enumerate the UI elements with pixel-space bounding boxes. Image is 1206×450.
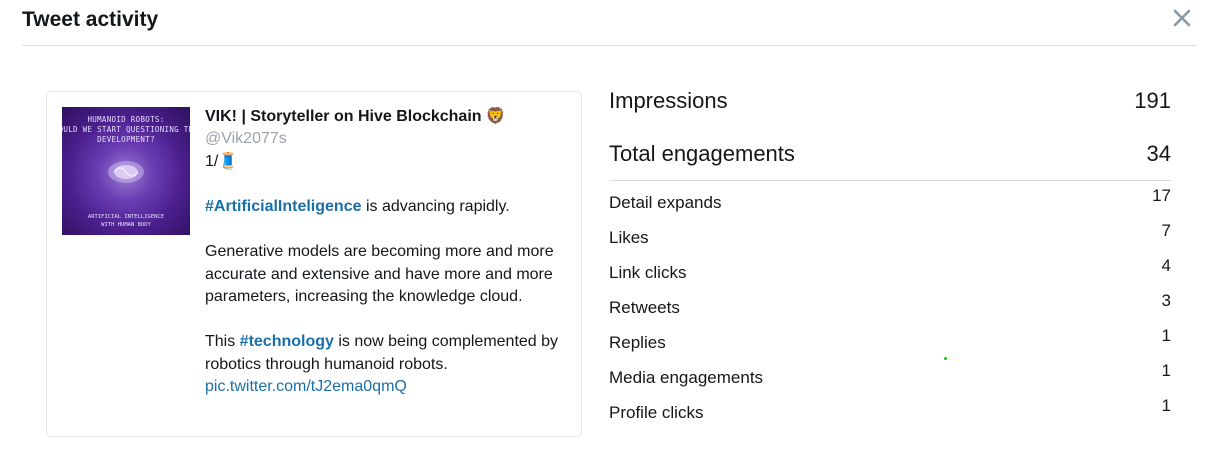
metric-value: 4 — [1161, 256, 1171, 275]
tweet-card[interactable]: HUMANOID ROBOTS: OULD WE START QUESTIONI… — [46, 91, 582, 437]
metric-row: Media engagements 1 — [609, 358, 1171, 393]
hashtag-link[interactable]: #technology — [240, 333, 334, 350]
author-name: VIK! | Storyteller on Hive Blockchain — [205, 108, 482, 125]
tweet-media-thumbnail[interactable]: HUMANOID ROBOTS: OULD WE START QUESTIONI… — [62, 107, 190, 235]
metric-row: Replies 1 — [609, 323, 1171, 358]
metric-row: Profile clicks 1 — [609, 393, 1171, 428]
stats-panel: Impressions 191 Total engagements 34 Det… — [609, 84, 1171, 428]
close-icon[interactable] — [1170, 6, 1194, 30]
metric-value: 3 — [1161, 291, 1171, 310]
impressions-label: Impressions — [609, 88, 728, 113]
metric-label: Profile clicks — [609, 403, 704, 422]
metric-label: Media engagements — [609, 368, 764, 387]
metric-row: Detail expands 17 — [609, 183, 1171, 218]
author-handle: @Vik2077s — [205, 130, 287, 147]
tweet-author: VIK! | Storyteller on Hive Blockchain 🦁 — [205, 106, 575, 128]
metric-label: Link clicks — [609, 263, 687, 282]
tweet-text: 1/🧵 #ArtificialInteligence is advancing … — [205, 151, 575, 399]
hashtag-link[interactable]: #ArtificialInteligence — [205, 198, 362, 215]
modal-header: Tweet activity — [22, 0, 1196, 46]
tweet-line-3-start: This — [205, 333, 240, 350]
thread-marker: 1/🧵 — [205, 153, 239, 170]
tweet-line-1-text: is advancing rapidly. — [361, 198, 510, 215]
thumbnail-headline: HUMANOID ROBOTS: OULD WE START QUESTIONI… — [62, 115, 190, 144]
brain-icon — [108, 161, 144, 183]
metric-value: 7 — [1161, 221, 1171, 240]
metric-value: 1 — [1161, 396, 1171, 415]
tweet-content: VIK! | Storyteller on Hive Blockchain 🦁 @… — [205, 106, 575, 399]
modal-title: Tweet activity — [22, 8, 159, 31]
tweet-line-3: This #technology is now being complement… — [205, 331, 575, 376]
thumbnail-footer: ARTIFICIAL INTELLIGENCE WITH HUMAN BODY — [87, 214, 165, 228]
metric-row: Link clicks 4 — [609, 253, 1171, 288]
metric-label: Likes — [609, 228, 649, 247]
cursor-dot — [944, 357, 947, 360]
metric-row: Retweets 3 — [609, 288, 1171, 323]
metric-value: 17 — [1152, 186, 1171, 205]
metric-row: Likes 7 — [609, 218, 1171, 253]
media-link[interactable]: pic.twitter.com/tJ2ema0qmQ — [205, 376, 575, 399]
engagements-label: Total engagements — [609, 141, 795, 166]
impressions-row: Impressions 191 — [609, 84, 1171, 137]
metric-label: Replies — [609, 333, 666, 352]
metric-value: 1 — [1161, 326, 1171, 345]
tweet-paragraph-2: Generative models are becoming more and … — [205, 243, 554, 305]
impressions-value: 191 — [1134, 88, 1171, 113]
engagements-value: 34 — [1146, 141, 1171, 166]
metric-value: 1 — [1161, 361, 1171, 380]
lion-emoji-icon: 🦁 — [485, 108, 506, 125]
metric-label: Detail expands — [609, 193, 722, 212]
tweet-line-1: #ArtificialInteligence is advancing rapi… — [205, 196, 575, 219]
metric-label: Retweets — [609, 298, 680, 317]
